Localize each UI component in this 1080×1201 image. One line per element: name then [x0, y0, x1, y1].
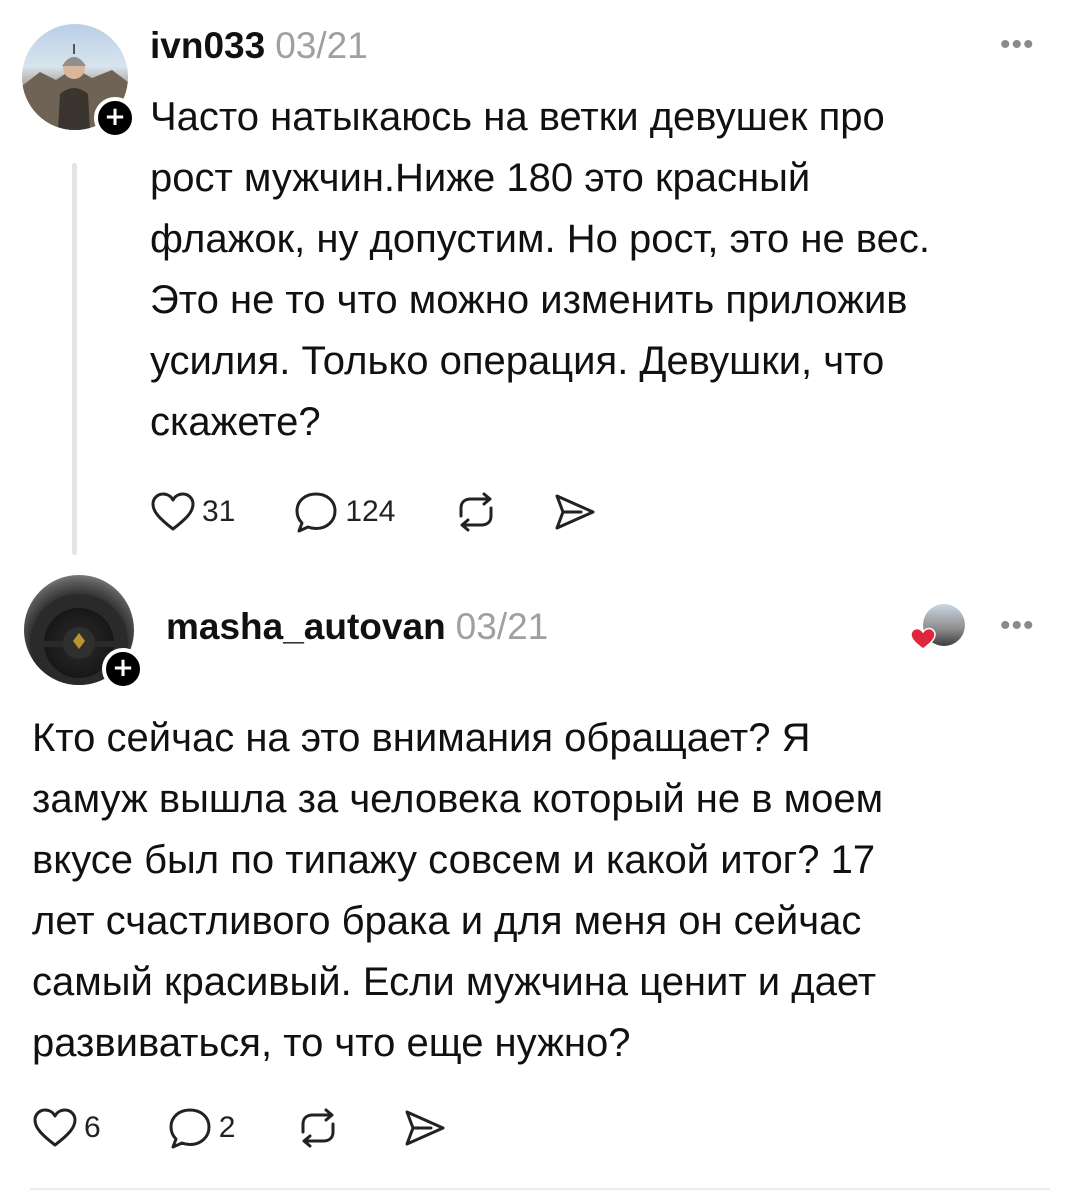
like-button[interactable]: 31 [150, 490, 235, 534]
comment-button[interactable]: 2 [167, 1106, 236, 1150]
post-date: 03/21 [455, 606, 549, 647]
repost-icon [453, 490, 499, 534]
comment-count: 124 [345, 495, 396, 528]
repost-button[interactable] [295, 1106, 341, 1150]
follow-plus-icon[interactable]: + [94, 97, 136, 139]
divider [30, 1188, 1050, 1190]
follow-plus-icon[interactable]: + [102, 648, 144, 690]
repost-button[interactable] [453, 490, 499, 534]
post-actions: 31 124 [150, 490, 597, 534]
comment-count: 2 [218, 1111, 236, 1144]
like-count: 31 [202, 495, 236, 528]
username[interactable]: masha_autovan [166, 606, 446, 647]
comment-bubble-icon [293, 490, 339, 534]
share-button[interactable] [401, 1106, 447, 1150]
thread-line [72, 163, 77, 555]
post-actions: 6 2 [32, 1106, 447, 1150]
share-button[interactable] [551, 490, 597, 534]
send-icon [551, 490, 597, 534]
repost-icon [295, 1106, 341, 1150]
heart-icon [32, 1107, 78, 1149]
post-date: 03/21 [275, 25, 368, 66]
like-button[interactable]: 6 [32, 1106, 101, 1150]
post-header: ivn033 03/21 [150, 25, 368, 67]
username[interactable]: ivn033 [150, 25, 265, 66]
heart-filled-icon [910, 627, 936, 651]
comment-button[interactable]: 124 [293, 490, 395, 534]
comment-bubble-icon [167, 1106, 213, 1150]
more-dots-icon[interactable]: ••• [1000, 28, 1035, 62]
send-icon [401, 1106, 447, 1150]
like-count: 6 [84, 1111, 101, 1144]
post-text: Кто сейчас на это внимания обращает? Я з… [32, 716, 884, 1065]
post-header: masha_autovan 03/21 [166, 606, 548, 648]
more-dots-icon[interactable]: ••• [1000, 609, 1035, 643]
post-text: Часто натыкаюсь на ветки девушек про рос… [150, 95, 930, 444]
heart-icon [150, 491, 196, 533]
